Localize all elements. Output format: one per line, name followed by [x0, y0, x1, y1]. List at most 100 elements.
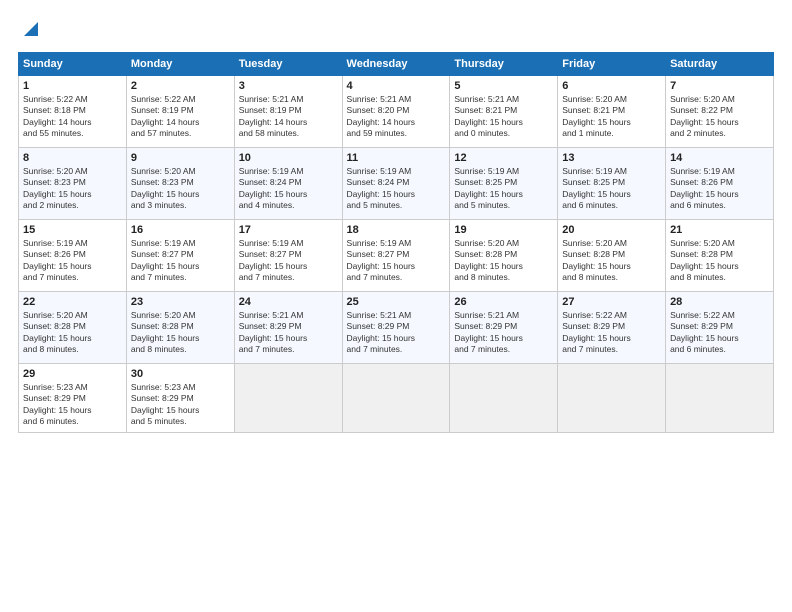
day-info: Sunrise: 5:19 AMSunset: 8:24 PMDaylight:…: [239, 166, 338, 212]
calendar-cell: 24 Sunrise: 5:21 AMSunset: 8:29 PMDayligh…: [234, 292, 342, 364]
day-number: 17: [239, 224, 338, 236]
day-info: Sunrise: 5:20 AMSunset: 8:23 PMDaylight:…: [23, 166, 122, 212]
calendar-cell: 2Sunrise: 5:22 AMSunset: 8:19 PMDaylight…: [126, 76, 234, 148]
calendar-cell: 18 Sunrise: 5:19 AMSunset: 8:27 PMDayligh…: [342, 220, 450, 292]
day-info: Sunrise: 5:20 AMSunset: 8:28 PMDaylight:…: [454, 238, 553, 284]
day-info: Sunrise: 5:22 AMSunset: 8:29 PMDaylight:…: [670, 310, 769, 356]
day-number: 23: [131, 296, 230, 308]
day-info: Sunrise: 5:19 AMSunset: 8:26 PMDaylight:…: [670, 166, 769, 212]
day-info: Sunrise: 5:20 AMSunset: 8:28 PMDaylight:…: [670, 238, 769, 284]
day-info: Sunrise: 5:23 AMSunset: 8:29 PMDaylight:…: [131, 382, 230, 428]
calendar-cell: 15 Sunrise: 5:19 AMSunset: 8:26 PMDayligh…: [19, 220, 127, 292]
day-number: 7: [670, 80, 769, 92]
day-number: 3: [239, 80, 338, 92]
day-number: 10: [239, 152, 338, 164]
calendar-cell: 13 Sunrise: 5:19 AMSunset: 8:25 PMDayligh…: [558, 148, 666, 220]
day-number: 21: [670, 224, 769, 236]
day-number: 14: [670, 152, 769, 164]
calendar-cell: [558, 364, 666, 433]
day-number: 11: [347, 152, 446, 164]
day-info: Sunrise: 5:19 AMSunset: 8:26 PMDaylight:…: [23, 238, 122, 284]
day-number: 27: [562, 296, 661, 308]
calendar-header-wednesday: Wednesday: [342, 53, 450, 76]
calendar-cell: 5Sunrise: 5:21 AMSunset: 8:21 PMDaylight…: [450, 76, 558, 148]
calendar-header-tuesday: Tuesday: [234, 53, 342, 76]
day-number: 15: [23, 224, 122, 236]
day-number: 5: [454, 80, 553, 92]
day-number: 1: [23, 80, 122, 92]
day-info: Sunrise: 5:23 AMSunset: 8:29 PMDaylight:…: [23, 382, 122, 428]
calendar-cell: 6Sunrise: 5:20 AMSunset: 8:21 PMDaylight…: [558, 76, 666, 148]
calendar-table: SundayMondayTuesdayWednesdayThursdayFrid…: [18, 52, 774, 433]
calendar-cell: 10 Sunrise: 5:19 AMSunset: 8:24 PMDayligh…: [234, 148, 342, 220]
calendar-cell: 26 Sunrise: 5:21 AMSunset: 8:29 PMDayligh…: [450, 292, 558, 364]
calendar-header-friday: Friday: [558, 53, 666, 76]
calendar-header-thursday: Thursday: [450, 53, 558, 76]
day-number: 26: [454, 296, 553, 308]
day-number: 22: [23, 296, 122, 308]
day-number: 30: [131, 368, 230, 380]
day-number: 29: [23, 368, 122, 380]
calendar-cell: 29 Sunrise: 5:23 AMSunset: 8:29 PMDayligh…: [19, 364, 127, 433]
day-info: Sunrise: 5:19 AMSunset: 8:27 PMDaylight:…: [347, 238, 446, 284]
calendar-cell: [450, 364, 558, 433]
day-number: 16: [131, 224, 230, 236]
day-info: Sunrise: 5:19 AMSunset: 8:24 PMDaylight:…: [347, 166, 446, 212]
calendar-cell: 30 Sunrise: 5:23 AMSunset: 8:29 PMDayligh…: [126, 364, 234, 433]
day-number: 25: [347, 296, 446, 308]
day-info: Sunrise: 5:22 AMSunset: 8:19 PMDaylight:…: [131, 94, 230, 140]
calendar-header-sunday: Sunday: [19, 53, 127, 76]
day-info: Sunrise: 5:21 AMSunset: 8:29 PMDaylight:…: [239, 310, 338, 356]
day-number: 12: [454, 152, 553, 164]
day-info: Sunrise: 5:21 AMSunset: 8:20 PMDaylight:…: [347, 94, 446, 140]
calendar-week-5: 29 Sunrise: 5:23 AMSunset: 8:29 PMDayligh…: [19, 364, 774, 433]
calendar-cell: 8 Sunrise: 5:20 AMSunset: 8:23 PMDaylight…: [19, 148, 127, 220]
calendar-cell: 17 Sunrise: 5:19 AMSunset: 8:27 PMDayligh…: [234, 220, 342, 292]
day-info: Sunrise: 5:20 AMSunset: 8:28 PMDaylight:…: [23, 310, 122, 356]
day-info: Sunrise: 5:20 AMSunset: 8:28 PMDaylight:…: [131, 310, 230, 356]
logo: [18, 18, 42, 40]
day-info: Sunrise: 5:19 AMSunset: 8:27 PMDaylight:…: [239, 238, 338, 284]
calendar-cell: 20 Sunrise: 5:20 AMSunset: 8:28 PMDayligh…: [558, 220, 666, 292]
calendar-cell: 28 Sunrise: 5:22 AMSunset: 8:29 PMDayligh…: [666, 292, 774, 364]
day-number: 13: [562, 152, 661, 164]
day-number: 24: [239, 296, 338, 308]
calendar-cell: 16 Sunrise: 5:19 AMSunset: 8:27 PMDayligh…: [126, 220, 234, 292]
day-number: 8: [23, 152, 122, 164]
day-number: 9: [131, 152, 230, 164]
calendar-cell: [342, 364, 450, 433]
calendar-cell: 22 Sunrise: 5:20 AMSunset: 8:28 PMDayligh…: [19, 292, 127, 364]
header: [18, 18, 774, 40]
calendar-week-1: 1Sunrise: 5:22 AMSunset: 8:18 PMDaylight…: [19, 76, 774, 148]
calendar-cell: 14 Sunrise: 5:19 AMSunset: 8:26 PMDayligh…: [666, 148, 774, 220]
day-number: 18: [347, 224, 446, 236]
day-info: Sunrise: 5:19 AMSunset: 8:27 PMDaylight:…: [131, 238, 230, 284]
day-number: 28: [670, 296, 769, 308]
day-info: Sunrise: 5:21 AMSunset: 8:29 PMDaylight:…: [454, 310, 553, 356]
logo-triangle-icon: [20, 18, 42, 40]
calendar-cell: [234, 364, 342, 433]
calendar-cell: 19Sunrise: 5:20 AMSunset: 8:28 PMDayligh…: [450, 220, 558, 292]
calendar-cell: 27 Sunrise: 5:22 AMSunset: 8:29 PMDayligh…: [558, 292, 666, 364]
calendar-cell: 11 Sunrise: 5:19 AMSunset: 8:24 PMDayligh…: [342, 148, 450, 220]
day-info: Sunrise: 5:21 AMSunset: 8:19 PMDaylight:…: [239, 94, 338, 140]
calendar-cell: 23 Sunrise: 5:20 AMSunset: 8:28 PMDayligh…: [126, 292, 234, 364]
day-number: 20: [562, 224, 661, 236]
calendar-cell: 25 Sunrise: 5:21 AMSunset: 8:29 PMDayligh…: [342, 292, 450, 364]
day-info: Sunrise: 5:19 AMSunset: 8:25 PMDaylight:…: [454, 166, 553, 212]
calendar-cell: 4Sunrise: 5:21 AMSunset: 8:20 PMDaylight…: [342, 76, 450, 148]
calendar-week-2: 8 Sunrise: 5:20 AMSunset: 8:23 PMDaylight…: [19, 148, 774, 220]
day-info: Sunrise: 5:19 AMSunset: 8:25 PMDaylight:…: [562, 166, 661, 212]
day-info: Sunrise: 5:22 AMSunset: 8:29 PMDaylight:…: [562, 310, 661, 356]
calendar-cell: 3 Sunrise: 5:21 AMSunset: 8:19 PMDaylight…: [234, 76, 342, 148]
day-info: Sunrise: 5:20 AMSunset: 8:23 PMDaylight:…: [131, 166, 230, 212]
day-number: 6: [562, 80, 661, 92]
calendar-header-row: SundayMondayTuesdayWednesdayThursdayFrid…: [19, 53, 774, 76]
calendar-cell: 7Sunrise: 5:20 AMSunset: 8:22 PMDaylight…: [666, 76, 774, 148]
day-info: Sunrise: 5:20 AMSunset: 8:28 PMDaylight:…: [562, 238, 661, 284]
day-info: Sunrise: 5:21 AMSunset: 8:29 PMDaylight:…: [347, 310, 446, 356]
calendar-header-saturday: Saturday: [666, 53, 774, 76]
calendar-header-monday: Monday: [126, 53, 234, 76]
calendar-cell: 12 Sunrise: 5:19 AMSunset: 8:25 PMDayligh…: [450, 148, 558, 220]
page: SundayMondayTuesdayWednesdayThursdayFrid…: [0, 0, 792, 612]
